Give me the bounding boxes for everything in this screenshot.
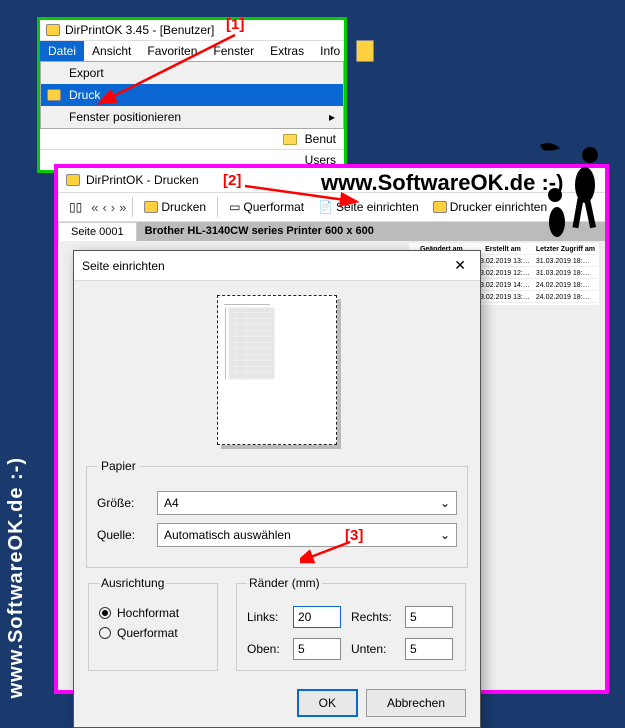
nav-pages-icon[interactable]: ▯▯ bbox=[64, 198, 87, 216]
label-quelle: Quelle: bbox=[97, 528, 157, 542]
select-value: Automatisch auswählen bbox=[164, 528, 291, 542]
file-row: Benut bbox=[40, 129, 344, 149]
fieldset-ausrichtung: Ausrichtung Hochformat Querformat bbox=[88, 576, 218, 671]
dialog-titlebar: Seite einrichten ✕ bbox=[74, 251, 480, 281]
menu-info[interactable]: Info bbox=[312, 41, 348, 61]
legend-ausrichtung: Ausrichtung bbox=[99, 576, 166, 590]
radio-label: Querformat bbox=[117, 626, 178, 640]
separator bbox=[217, 197, 218, 217]
label-unten: Unten: bbox=[351, 642, 397, 656]
dialog-title: Seite einrichten bbox=[82, 259, 165, 273]
radio-icon bbox=[99, 607, 111, 619]
label-rechts: Rechts: bbox=[351, 610, 397, 624]
radio-hochformat[interactable]: Hochformat bbox=[99, 606, 207, 620]
label-oben: Oben: bbox=[247, 642, 285, 656]
marker-2: [2] bbox=[223, 172, 241, 189]
printer-icon bbox=[47, 89, 61, 101]
nav-last-icon[interactable]: » bbox=[119, 200, 126, 215]
printer-icon bbox=[66, 174, 80, 186]
menu-datei[interactable]: Datei bbox=[40, 41, 84, 61]
watermark-left: www.SoftwareOK.de :-) bbox=[5, 457, 28, 698]
select-value: A4 bbox=[164, 496, 179, 510]
input-oben[interactable] bbox=[293, 638, 341, 660]
fieldset-papier: Papier Größe: A4 ⌄ Quelle: Automatisch au… bbox=[86, 459, 468, 568]
label-links: Links: bbox=[247, 610, 285, 624]
menu-extras[interactable]: Extras bbox=[262, 41, 312, 61]
page-row: Seite 0001 Brother HL-3140CW series Prin… bbox=[58, 222, 605, 241]
arrow-1 bbox=[90, 30, 250, 110]
legend-papier: Papier bbox=[97, 459, 140, 473]
dialog-seite-einrichten: Seite einrichten ✕ ─────────────│ ░░░░░░… bbox=[73, 250, 481, 728]
page-preview: ─────────────│ ░░░░░░░░░░░░░│ ░░░░░░░░░░… bbox=[217, 295, 337, 445]
file-benutzer: Benut bbox=[305, 132, 336, 146]
drucker-einrichten-button[interactable]: Drucker einrichten bbox=[428, 198, 552, 216]
separator bbox=[132, 197, 133, 217]
button-row: OK Abbrechen bbox=[74, 679, 480, 727]
input-unten[interactable] bbox=[405, 638, 453, 660]
radio-querformat[interactable]: Querformat bbox=[99, 626, 207, 640]
radio-label: Hochformat bbox=[117, 606, 179, 620]
chevron-right-icon: ▸ bbox=[329, 110, 335, 124]
folder-icon bbox=[283, 134, 297, 145]
drucken-button[interactable]: Drucken bbox=[139, 198, 211, 216]
col-h: Erstellt am bbox=[474, 245, 532, 255]
printer-icon bbox=[144, 201, 158, 213]
printer-icon bbox=[46, 24, 60, 36]
decorative-figure bbox=[535, 140, 615, 260]
select-groesse[interactable]: A4 ⌄ bbox=[157, 491, 457, 515]
legend-raender: Ränder (mm) bbox=[247, 576, 322, 590]
chevron-down-icon: ⌄ bbox=[440, 528, 450, 542]
marker-1: [1] bbox=[226, 16, 244, 33]
label-groesse: Größe: bbox=[97, 496, 157, 510]
marker-3: [3] bbox=[345, 527, 363, 544]
label: Drucken bbox=[161, 200, 206, 214]
chevron-down-icon: ⌄ bbox=[440, 496, 450, 510]
input-links[interactable] bbox=[293, 606, 341, 628]
printer-icon[interactable] bbox=[348, 41, 382, 61]
arrow-2 bbox=[240, 178, 360, 208]
nav-prev-icon[interactable]: ‹ bbox=[102, 200, 106, 215]
close-button[interactable]: ✕ bbox=[448, 257, 472, 274]
arrow-3 bbox=[300, 540, 360, 570]
fieldset-raender: Ränder (mm) Links: Rechts: Oben: Unten: bbox=[236, 576, 466, 671]
page-tab[interactable]: Seite 0001 bbox=[58, 222, 137, 241]
menu-item-label: Fenster positionieren bbox=[69, 110, 181, 124]
label: Drucker einrichten bbox=[450, 200, 547, 214]
printer-icon bbox=[433, 201, 447, 213]
nav-first-icon[interactable]: « bbox=[91, 200, 98, 215]
radio-icon bbox=[99, 627, 111, 639]
window-title: DirPrintOK - Drucken bbox=[86, 173, 199, 187]
nav-next-icon[interactable]: › bbox=[111, 200, 115, 215]
input-rechts[interactable] bbox=[405, 606, 453, 628]
